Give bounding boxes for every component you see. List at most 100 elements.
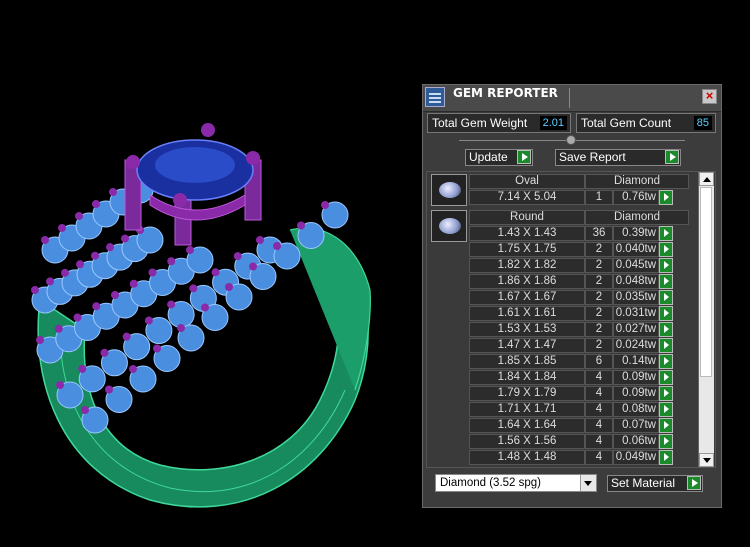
gem-weight-cell: 0.024tw <box>613 338 659 353</box>
total-gem-weight: Total Gem Weight 2.01 <box>427 113 571 133</box>
scroll-down-arrow-icon[interactable] <box>699 453 714 467</box>
save-report-label: Save Report <box>559 150 626 164</box>
gem-weight-cell: 0.045tw <box>613 258 659 273</box>
gem-quantity-cell: 4 <box>585 386 613 401</box>
gem-size-cell: 1.84 X 1.84 <box>469 370 585 385</box>
prong <box>273 242 281 250</box>
prong <box>129 365 137 373</box>
select-gem-arrow-icon[interactable] <box>659 242 673 257</box>
prong <box>111 291 119 299</box>
save-report-button[interactable]: Save Report <box>555 149 681 166</box>
slider-handle[interactable] <box>566 135 576 145</box>
select-gem-arrow-icon[interactable] <box>659 370 673 385</box>
center-setting <box>124 123 262 246</box>
gem-weight-cell: 0.14tw <box>613 354 659 369</box>
select-gem-arrow-icon[interactable] <box>659 418 673 433</box>
gem-weight-cell: 0.07tw <box>613 418 659 433</box>
select-gem-arrow-icon[interactable] <box>659 402 673 417</box>
material-select-value: Diamond (3.52 spg) <box>440 477 541 489</box>
prong <box>31 286 39 294</box>
gem-size-cell: 1.86 X 1.86 <box>469 274 585 289</box>
gem-weight-cell: 0.09tw <box>613 370 659 385</box>
scroll-thumb[interactable] <box>700 187 712 377</box>
gem-quantity-cell: 4 <box>585 434 613 449</box>
prong <box>297 221 305 230</box>
group-material-header: Diamond <box>585 210 689 225</box>
set-material-label: Set Material <box>611 476 676 490</box>
prong <box>144 316 153 325</box>
total-gem-weight-value: 2.01 <box>539 116 567 130</box>
titlebar-divider <box>569 88 570 108</box>
gem-quantity-cell: 4 <box>585 450 613 465</box>
prong <box>78 364 87 373</box>
prong <box>75 212 83 220</box>
gem-stone-icon <box>439 218 461 234</box>
prong <box>76 260 84 269</box>
set-material-button[interactable]: Set Material <box>607 475 703 492</box>
prong <box>177 324 185 332</box>
gem-quantity-cell: 2 <box>585 258 613 273</box>
select-gem-arrow-icon[interactable] <box>659 386 673 401</box>
chevron-down-icon[interactable] <box>580 475 596 491</box>
gem-weight-cell: 0.040tw <box>613 242 659 257</box>
prong <box>186 246 194 254</box>
prong <box>167 300 176 309</box>
gem-quantity-cell: 1 <box>585 190 613 205</box>
scroll-up-arrow-icon[interactable] <box>699 172 714 186</box>
prong <box>321 201 329 209</box>
gem-size-cell: 7.14 X 5.04 <box>469 190 585 205</box>
gem-stone-icon <box>439 182 461 198</box>
close-button[interactable]: × <box>702 89 717 104</box>
gem-weight-cell: 0.09tw <box>613 386 659 401</box>
gem-size-cell: 1.64 X 1.64 <box>469 418 585 433</box>
total-gem-weight-label: Total Gem Weight <box>432 116 528 130</box>
select-gem-arrow-icon[interactable] <box>659 306 673 321</box>
prong <box>122 332 131 341</box>
prong <box>56 381 64 389</box>
gem-quantity-cell: 4 <box>585 418 613 433</box>
gem-quantity-cell: 2 <box>585 290 613 305</box>
gem-shape-thumbnail[interactable] <box>431 210 467 242</box>
prong <box>105 385 113 394</box>
select-gem-arrow-icon[interactable] <box>659 450 673 465</box>
gem-weight-cell: 0.39tw <box>613 226 659 241</box>
3d-viewport[interactable] <box>0 0 420 542</box>
prong <box>201 303 209 312</box>
select-gem-arrow-icon[interactable] <box>659 258 673 273</box>
gem-quantity-cell: 4 <box>585 370 613 385</box>
update-button[interactable]: Update <box>465 149 533 166</box>
gem-shape-thumbnail[interactable] <box>431 174 467 206</box>
vertical-scrollbar[interactable] <box>698 172 714 467</box>
prong <box>256 236 264 244</box>
gem-size-cell: 1.75 X 1.75 <box>469 242 585 257</box>
select-gem-arrow-icon[interactable] <box>659 354 673 369</box>
prong <box>249 262 257 271</box>
gem-size-cell: 1.61 X 1.61 <box>469 306 585 321</box>
gem-size-cell: 1.47 X 1.47 <box>469 338 585 353</box>
select-gem-arrow-icon[interactable] <box>659 274 673 289</box>
select-gem-arrow-icon[interactable] <box>659 434 673 449</box>
prong <box>54 324 63 333</box>
gem-quantity-cell: 4 <box>585 402 613 417</box>
gem-quantity-cell: 36 <box>585 226 613 241</box>
prong <box>58 224 66 232</box>
gem-quantity-cell: 2 <box>585 338 613 353</box>
select-gem-arrow-icon[interactable] <box>659 190 673 205</box>
gem-weight-cell: 0.76tw <box>613 190 659 205</box>
gem-weight-cell: 0.048tw <box>613 274 659 289</box>
gem-weight-cell: 0.06tw <box>613 434 659 449</box>
gem-quantity-cell: 2 <box>585 322 613 337</box>
material-select[interactable]: Diamond (3.52 spg) <box>435 474 597 492</box>
prong <box>41 236 49 244</box>
panel-titlebar[interactable]: GEM REPORTER × <box>423 85 721 112</box>
select-gem-arrow-icon[interactable] <box>659 338 673 353</box>
gem-list[interactable]: Oval Diamond 7.14 X 5.04 1 0.76tw Round Diamon… <box>426 171 716 468</box>
select-gem-arrow-icon[interactable] <box>659 226 673 241</box>
select-gem-arrow-icon[interactable] <box>659 290 673 305</box>
select-gem-arrow-icon[interactable] <box>659 322 673 337</box>
gem-quantity-cell: 2 <box>585 306 613 321</box>
gem-weight-cell: 0.035tw <box>613 290 659 305</box>
prong <box>91 251 99 260</box>
prong <box>167 257 176 266</box>
total-gem-count-value: 85 <box>693 116 712 130</box>
